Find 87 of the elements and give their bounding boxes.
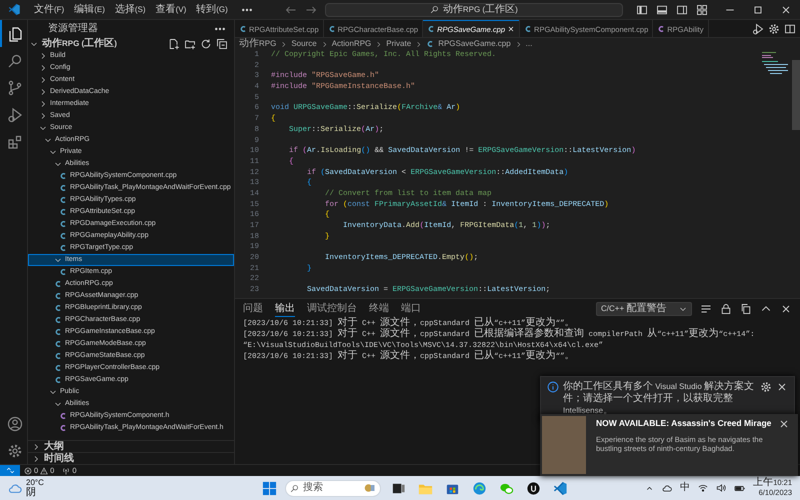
input-method-indicator[interactable]: 中 [680,483,690,493]
back-arrow-icon[interactable] [284,4,297,16]
file-type-icon [657,25,666,33]
weather-condition: 阴 [26,488,37,498]
chevron-icon [679,305,687,313]
panel-tab[interactable]: 终端 [369,302,389,316]
panel-tab[interactable]: 问题 [243,302,263,316]
search-icon[interactable] [7,52,23,68]
settings-icon[interactable] [7,442,23,458]
menu-item[interactable]: 选择(S) [110,4,151,14]
panel-toggle-icon[interactable] [656,4,668,16]
close-icon[interactable] [780,4,792,16]
circle-logo-icon[interactable] [526,480,541,496]
new-folder-icon [184,38,196,50]
browser-icon[interactable] [472,480,487,496]
refresh-icon [200,38,212,50]
menu-item[interactable]: 编辑(E) [69,4,110,14]
chevron-icon [280,40,288,48]
chevron-icon [320,40,328,48]
search-highlight-icon [364,482,376,494]
antenna-icon [62,466,70,474]
error-icon [24,466,32,474]
speaker-icon[interactable] [716,483,726,493]
panel-tab[interactable]: 调试控制台 [307,302,357,316]
menu-item[interactable]: 转到(G) [191,4,233,14]
breadcrumb-item[interactable]: ... [526,39,532,49]
command-center-search[interactable]: 动作RPG (工作区) [324,2,623,16]
temperature-text: 20°C [26,478,44,487]
list-icon[interactable] [700,303,712,315]
restore-icon[interactable] [752,4,764,16]
minimap-drawing [762,52,788,74]
toast-title: NOW AVAILABLE: Assassin's Creed Mirage [596,418,772,430]
layout-icon[interactable] [696,4,708,16]
forward-arrow-icon[interactable] [304,4,317,16]
breadcrumb-item[interactable]: Source [291,39,317,49]
settings-icon[interactable] [760,381,772,393]
close-icon [507,25,516,33]
output-channel-select[interactable]: C/C++ 配置警告 [596,302,692,316]
settings-icon[interactable] [768,22,780,34]
menu-item[interactable]: 文件(F) [29,4,70,14]
run-debug-icon[interactable] [7,106,23,122]
section-header[interactable]: 大纲 [28,440,234,452]
breadcrumb-item[interactable]: ActionRPG [332,39,372,49]
new-file-icon [168,38,180,50]
close-icon[interactable] [778,418,790,430]
sidebar-title: 资源管理器 [48,24,98,34]
photo-placeholder [542,416,586,474]
chevron-icon [514,40,522,48]
panel-tab[interactable]: 输出 [275,302,295,316]
breadcrumb-item[interactable]: 动作RPG [239,39,276,49]
warning-icon [40,466,48,474]
split-editor-icon[interactable] [784,22,796,34]
search-icon [290,484,299,492]
file-type-icon [239,25,247,33]
taskbar-search[interactable]: 搜索 [285,480,381,496]
lock-icon[interactable] [720,303,732,315]
scrollbar-thumb[interactable] [792,60,800,130]
copy-icon[interactable] [740,303,752,315]
account-icon[interactable] [7,416,23,432]
menu-item[interactable]: 查看(V) [150,4,192,14]
branch-icon[interactable] [7,80,23,96]
chevron-icon [415,40,422,48]
app-logo-icon [8,3,21,16]
file-type-icon [328,25,336,33]
chevron-icon [30,40,38,48]
cloud-icon[interactable] [662,483,672,493]
secondary-sidebar-toggle-icon[interactable] [676,4,688,16]
breadcrumb-item[interactable]: Private [386,39,412,49]
app-logo-icon[interactable] [553,480,568,496]
workspace-header[interactable]: 动作RPG (工作区) [28,38,234,50]
chevron-icon [375,40,382,48]
search-icon [430,5,439,14]
notification-message: 你的工作区具有多个 Visual Studio 解决方案文件；请选择一个文件打开，以获取完整 Intellisense。 [563,381,755,417]
file-type-icon [524,25,532,33]
collapse-icon [216,38,228,50]
breadcrumb-item[interactable]: RPGSaveGame.cpp [438,39,511,49]
files-icon[interactable] [7,26,23,42]
info-icon [547,381,559,393]
start-icon[interactable] [262,480,277,496]
close-icon[interactable] [780,303,792,315]
panel-tab[interactable]: 端口 [401,302,421,316]
extensions-icon[interactable] [7,134,23,150]
sidebar-toggle-icon[interactable] [636,4,648,16]
run-icon[interactable] [752,22,764,34]
wifi-icon[interactable] [698,483,708,493]
close-icon[interactable] [776,381,788,393]
remote-icon [6,466,14,475]
